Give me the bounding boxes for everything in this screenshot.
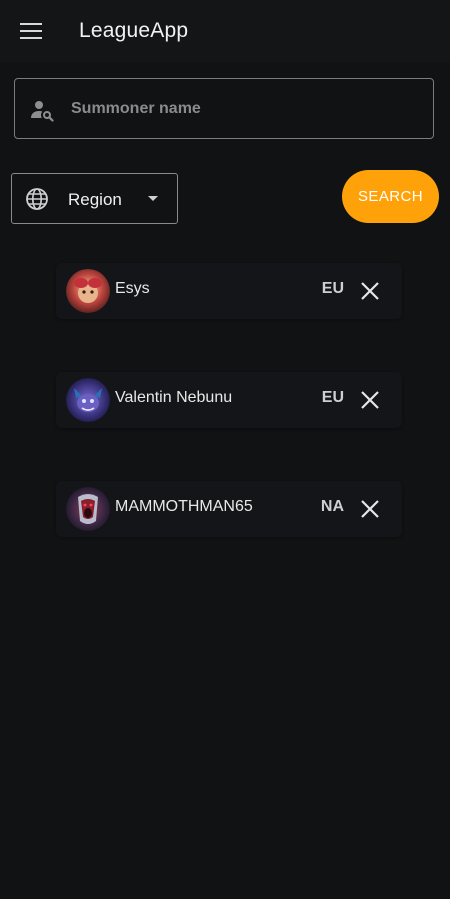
menu-button[interactable] (14, 14, 48, 48)
app-title: LeagueApp (79, 19, 189, 42)
summoner-name: Valentin Nebunu (115, 389, 233, 406)
region-dropdown[interactable]: Region (11, 173, 178, 224)
app-bar: LeagueApp (0, 0, 450, 62)
remove-button[interactable] (358, 279, 382, 303)
remove-button[interactable] (358, 497, 382, 521)
close-icon (361, 391, 379, 409)
region-badge: NA (320, 498, 344, 515)
summoner-name: Esys (115, 280, 150, 297)
caret-down-icon (148, 196, 158, 201)
list-item[interactable]: Valentin Nebunu EU (56, 372, 402, 428)
champion-avatar-icon (66, 487, 110, 531)
person-search-icon (31, 101, 54, 122)
champion-avatar-icon (66, 269, 110, 313)
search-button[interactable]: SEARCH (342, 170, 439, 223)
region-badge: EU (321, 280, 344, 297)
globe-icon (26, 188, 48, 210)
remove-button[interactable] (358, 388, 382, 412)
region-selected-value: Region (68, 190, 122, 209)
close-icon (361, 282, 379, 300)
summoner-name: MAMMOTHMAN65 (115, 498, 253, 515)
region-badge: EU (321, 389, 344, 406)
list-item[interactable]: MAMMOTHMAN65 NA (56, 481, 402, 537)
champion-avatar-icon (66, 378, 110, 422)
summoner-name-input[interactable] (71, 79, 421, 138)
close-icon (361, 500, 379, 518)
list-item[interactable]: Esys EU (56, 263, 402, 319)
summoner-search-field[interactable] (14, 78, 434, 139)
hamburger-menu-icon (20, 23, 42, 39)
